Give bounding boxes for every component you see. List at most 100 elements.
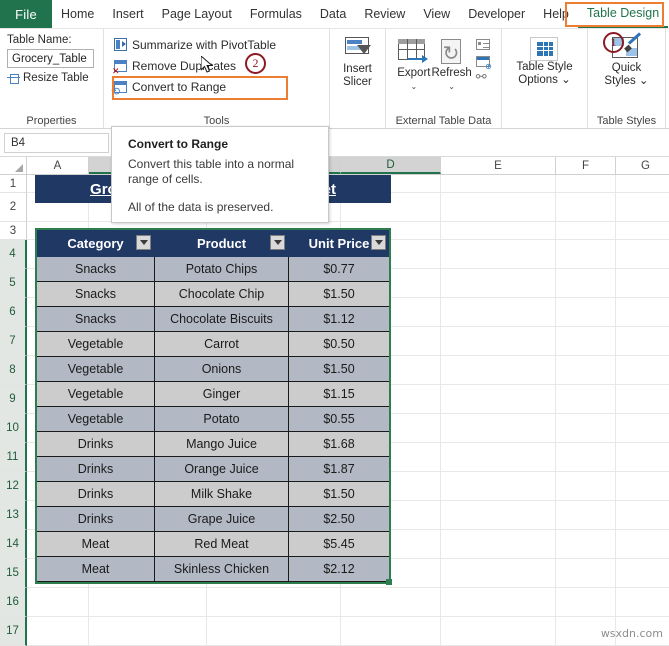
unlink-icon[interactable] bbox=[476, 69, 490, 85]
column-header-e[interactable]: E bbox=[441, 157, 556, 174]
tab-data[interactable]: Data bbox=[311, 0, 355, 28]
table-cell-unit-price[interactable]: $2.12 bbox=[289, 557, 389, 582]
row-header-5[interactable]: 5 bbox=[0, 269, 27, 298]
tab-developer[interactable]: Developer bbox=[459, 0, 534, 28]
row-header-1[interactable]: 1 bbox=[0, 175, 27, 193]
table-cell-category[interactable]: Vegetable bbox=[37, 382, 155, 407]
table-cell-unit-price[interactable]: $0.50 bbox=[289, 332, 389, 357]
convert-to-range-button[interactable]: Convert to Range bbox=[111, 76, 228, 97]
table-cell-unit-price[interactable]: $5.45 bbox=[289, 532, 389, 557]
row-header-9[interactable]: 9 bbox=[0, 385, 27, 414]
connection-properties-icon[interactable] bbox=[475, 39, 490, 50]
table-cell-product[interactable]: Potato bbox=[155, 407, 289, 432]
refresh-button[interactable]: ↻ Refresh ⌄ bbox=[431, 36, 472, 93]
table-cell-product[interactable]: Grape Juice bbox=[155, 507, 289, 532]
filter-dropdown-unit-price-icon[interactable] bbox=[371, 235, 386, 250]
row-header-2[interactable]: 2 bbox=[0, 193, 27, 222]
select-all-corner[interactable] bbox=[0, 157, 27, 174]
row-header-4[interactable]: 4 bbox=[0, 240, 27, 269]
table-cell-product[interactable]: Chocolate Chip bbox=[155, 282, 289, 307]
row-header-10[interactable]: 10 bbox=[0, 414, 27, 443]
refresh-caret-icon[interactable]: ⌄ bbox=[448, 80, 455, 93]
table-cell-unit-price[interactable]: $0.55 bbox=[289, 407, 389, 432]
row-header-3[interactable]: 3 bbox=[0, 222, 27, 240]
table-cell-product[interactable]: Carrot bbox=[155, 332, 289, 357]
table-resize-handle[interactable] bbox=[386, 579, 392, 585]
grid-cell[interactable] bbox=[441, 193, 556, 221]
table-cell-unit-price[interactable]: $1.50 bbox=[289, 282, 389, 307]
filter-dropdown-category-icon[interactable] bbox=[136, 235, 151, 250]
tab-file[interactable]: File bbox=[0, 0, 52, 28]
row-header-8[interactable]: 8 bbox=[0, 356, 27, 385]
tab-view[interactable]: View bbox=[414, 0, 459, 28]
grid-cell[interactable] bbox=[556, 222, 616, 239]
column-header-f[interactable]: F bbox=[556, 157, 616, 174]
grid-cell[interactable] bbox=[556, 193, 616, 221]
table-cell-unit-price[interactable]: $1.15 bbox=[289, 382, 389, 407]
table-cell-category[interactable]: Vegetable bbox=[37, 357, 155, 382]
table-cell-category[interactable]: Drinks bbox=[37, 432, 155, 457]
table-cell-category[interactable]: Drinks bbox=[37, 457, 155, 482]
tab-page-layout[interactable]: Page Layout bbox=[153, 0, 241, 28]
grid-cell[interactable] bbox=[441, 175, 556, 192]
table-cell-product[interactable]: Milk Shake bbox=[155, 482, 289, 507]
table-cell-product[interactable]: Orange Juice bbox=[155, 457, 289, 482]
table-style-options-button[interactable]: Table Style Options ⌄ bbox=[516, 34, 573, 87]
resize-table-button[interactable]: Resize Table bbox=[7, 72, 89, 84]
tab-insert[interactable]: Insert bbox=[103, 0, 152, 28]
row-header-7[interactable]: 7 bbox=[0, 327, 27, 356]
table-cell-unit-price[interactable]: $0.77 bbox=[289, 257, 389, 282]
row-header-17[interactable]: 17 bbox=[0, 617, 27, 646]
table-cell-category[interactable]: Snacks bbox=[37, 257, 155, 282]
table-name-input[interactable]: Grocery_Table bbox=[7, 49, 94, 68]
table-cell-product[interactable]: Red Meat bbox=[155, 532, 289, 557]
grid-cell[interactable] bbox=[616, 222, 669, 239]
table-cell-category[interactable]: Drinks bbox=[37, 482, 155, 507]
row-header-13[interactable]: 13 bbox=[0, 501, 27, 530]
column-header-a[interactable]: A bbox=[27, 157, 89, 174]
table-cell-category[interactable]: Vegetable bbox=[37, 407, 155, 432]
row-header-12[interactable]: 12 bbox=[0, 472, 27, 501]
tab-review[interactable]: Review bbox=[355, 0, 414, 28]
grid-cell[interactable] bbox=[556, 175, 616, 192]
table-cell-product[interactable]: Potato Chips bbox=[155, 257, 289, 282]
name-box[interactable]: B4 bbox=[4, 132, 109, 153]
row-header-11[interactable]: 11 bbox=[0, 443, 27, 472]
table-cell-unit-price[interactable]: $1.50 bbox=[289, 357, 389, 382]
tab-formulas[interactable]: Formulas bbox=[241, 0, 311, 28]
insert-slicer-button[interactable]: Insert Slicer bbox=[343, 34, 372, 89]
grid-cell[interactable] bbox=[441, 222, 556, 239]
export-caret-icon[interactable]: ⌄ bbox=[411, 80, 418, 93]
table-cell-product[interactable]: Mango Juice bbox=[155, 432, 289, 457]
export-button[interactable]: Export ⌄ bbox=[397, 36, 430, 93]
summarize-with-pivottable-button[interactable]: Summarize with PivotTable bbox=[112, 34, 278, 55]
tab-home[interactable]: Home bbox=[52, 0, 103, 28]
row-header-6[interactable]: 6 bbox=[0, 298, 27, 327]
table-cell-category[interactable]: Drinks bbox=[37, 507, 155, 532]
open-in-browser-icon[interactable] bbox=[475, 56, 492, 71]
tab-help[interactable]: Help bbox=[534, 0, 578, 28]
row-header-14[interactable]: 14 bbox=[0, 530, 27, 559]
table-cell-unit-price[interactable]: $1.87 bbox=[289, 457, 389, 482]
table-cell-product[interactable]: Chocolate Biscuits bbox=[155, 307, 289, 332]
table-cell-product[interactable]: Skinless Chicken bbox=[155, 557, 289, 582]
grid-cell[interactable] bbox=[616, 193, 669, 221]
table-cell-unit-price[interactable]: $1.68 bbox=[289, 432, 389, 457]
table-cell-category[interactable]: Snacks bbox=[37, 282, 155, 307]
row-header-15[interactable]: 15 bbox=[0, 559, 27, 588]
grid-cell[interactable] bbox=[616, 175, 669, 192]
column-header-d[interactable]: D bbox=[341, 157, 441, 174]
table-cell-unit-price[interactable]: $2.50 bbox=[289, 507, 389, 532]
row-header-16[interactable]: 16 bbox=[0, 588, 27, 617]
table-cell-product[interactable]: Onions bbox=[155, 357, 289, 382]
table-cell-unit-price[interactable]: $1.50 bbox=[289, 482, 389, 507]
table-cell-unit-price[interactable]: $1.12 bbox=[289, 307, 389, 332]
table-cell-category[interactable]: Meat bbox=[37, 557, 155, 582]
table-cell-category[interactable]: Meat bbox=[37, 532, 155, 557]
remove-duplicates-button[interactable]: Remove Duplicates bbox=[112, 55, 238, 76]
table-cell-product[interactable]: Ginger bbox=[155, 382, 289, 407]
tab-table-design[interactable]: Table Design bbox=[577, 0, 669, 28]
table-cell-category[interactable]: Snacks bbox=[37, 307, 155, 332]
column-header-g[interactable]: G bbox=[616, 157, 669, 174]
table-cell-category[interactable]: Vegetable bbox=[37, 332, 155, 357]
